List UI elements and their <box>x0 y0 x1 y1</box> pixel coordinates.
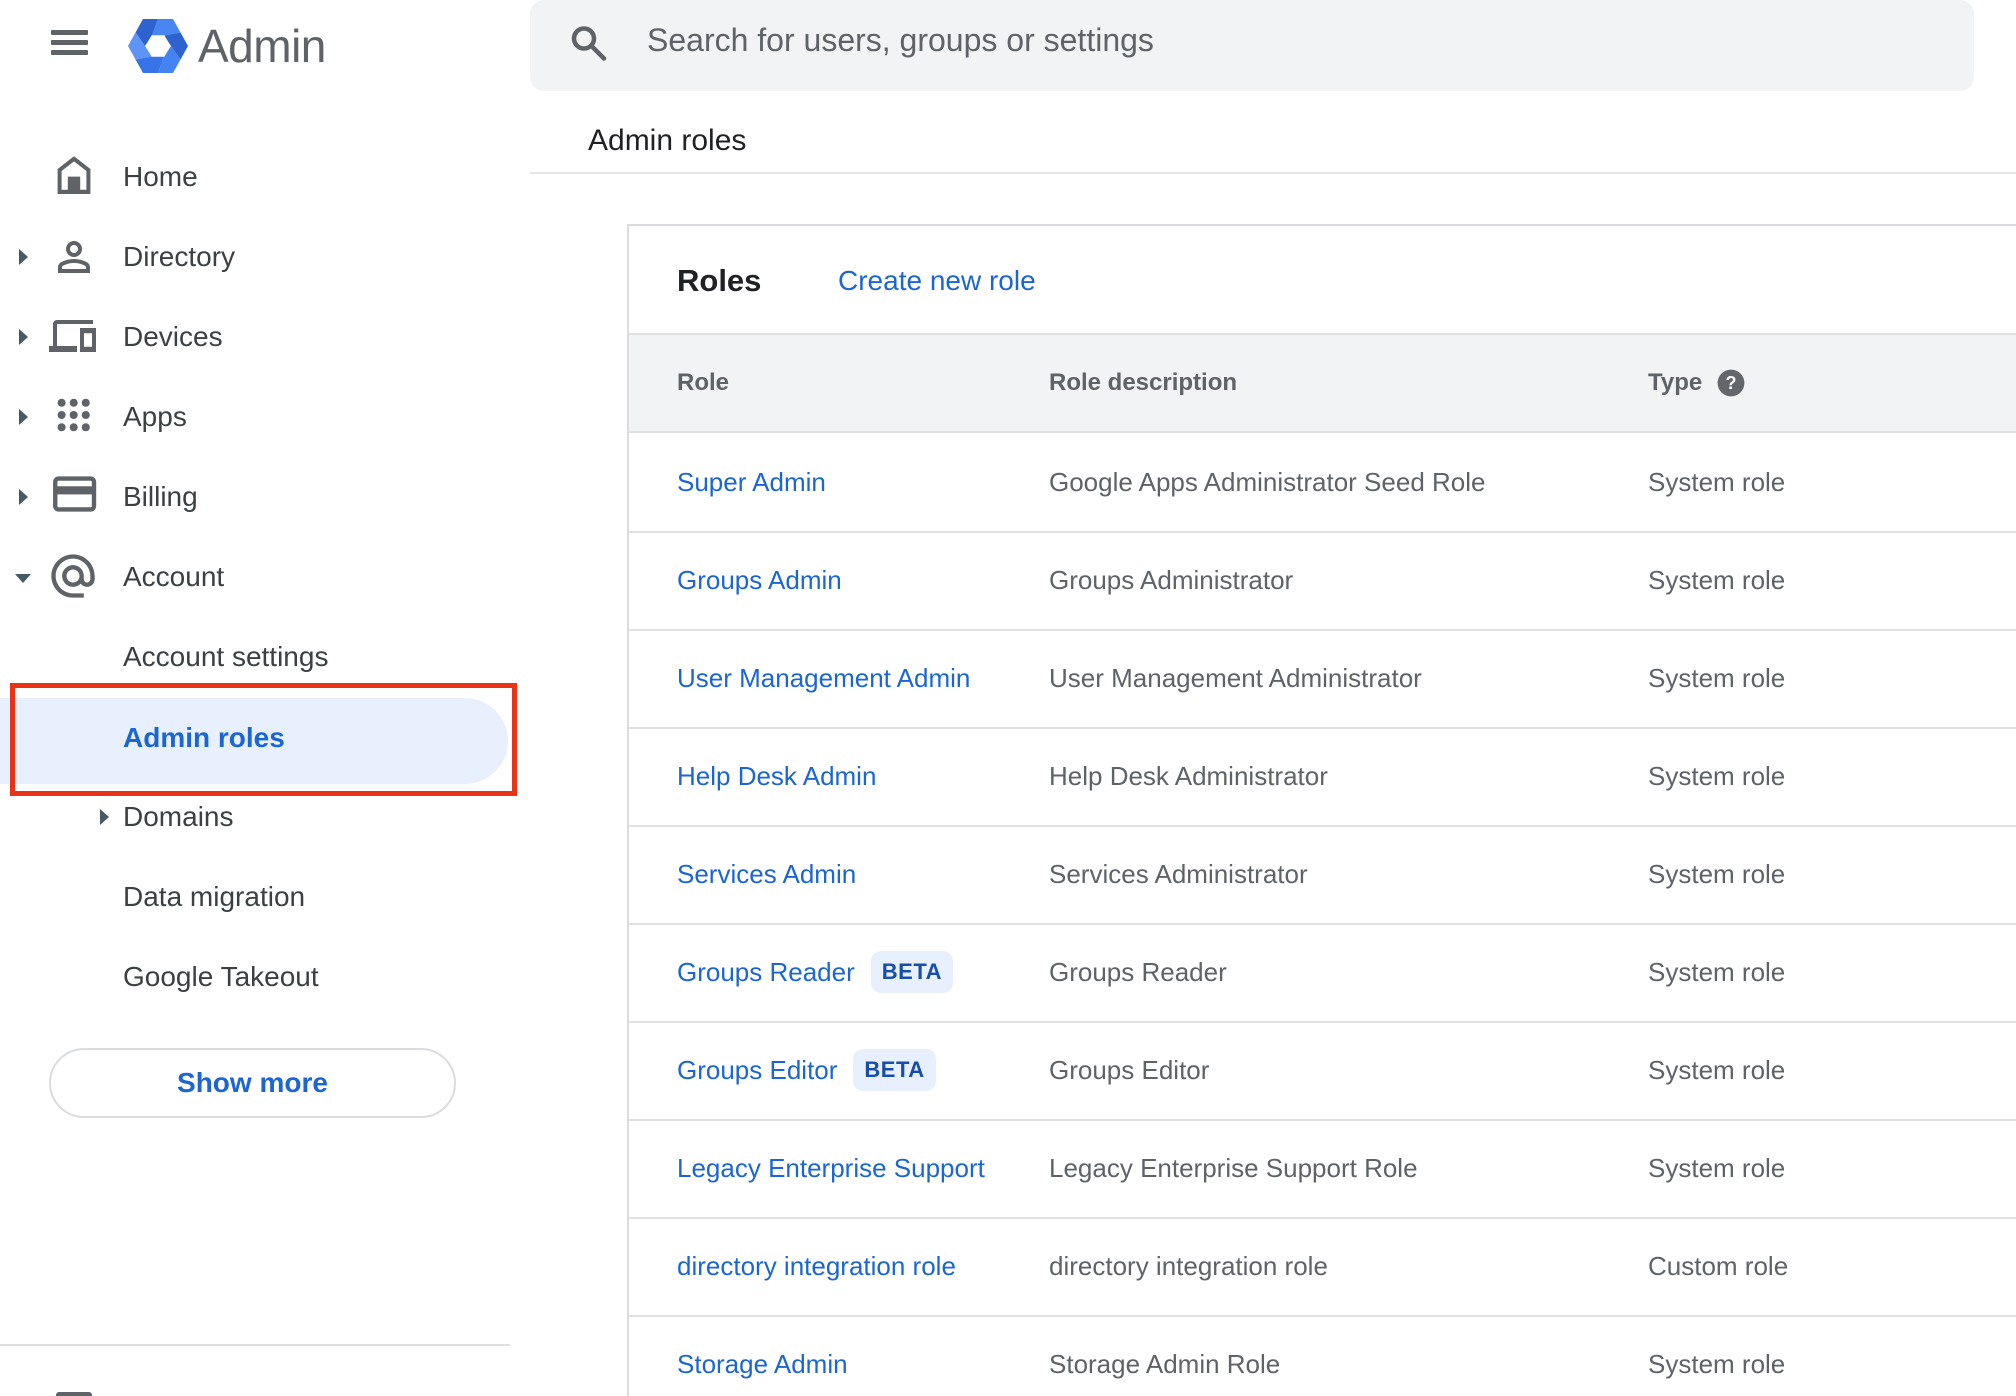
svg-text:?: ? <box>1726 373 1737 393</box>
